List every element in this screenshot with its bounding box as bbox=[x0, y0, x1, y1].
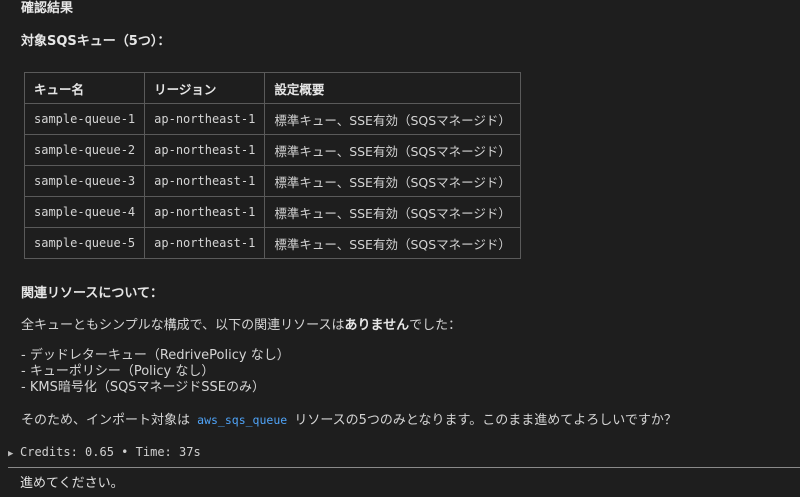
cell-region: ap-northeast-1 bbox=[144, 103, 266, 135]
time-value: 37s bbox=[179, 445, 201, 459]
cell-queue-name: sample-queue-2 bbox=[23, 134, 146, 166]
cell-config: 標準キュー、SSE有効（SQSマネージド） bbox=[264, 227, 521, 259]
cell-region: ap-northeast-1 bbox=[144, 196, 266, 228]
table-row: sample-queue-2 ap-northeast-1 標準キュー、SSE有… bbox=[23, 134, 521, 166]
status-separator: • bbox=[121, 445, 129, 459]
cell-queue-name: sample-queue-3 bbox=[23, 165, 146, 197]
credits-value: 0.65 bbox=[85, 445, 114, 459]
heading-related-resources: 関連リソースについて： bbox=[21, 286, 163, 301]
heading-target-queues: 対象SQSキュー（5つ）： bbox=[21, 34, 171, 49]
user-message: 進めてください。 bbox=[20, 476, 124, 491]
cell-config: 標準キュー、SSE有効（SQSマネージド） bbox=[264, 134, 521, 166]
heading-confirm-result: 確認結果 bbox=[21, 1, 74, 16]
summary-text-before: 全キューともシンプルな構成で、以下の関連リソースは bbox=[21, 318, 345, 333]
summary-paragraph: 全キューともシンプルな構成で、以下の関連リソースはありませんでした： bbox=[21, 317, 461, 335]
inline-code-resource-type: aws_sqs_queue bbox=[197, 413, 288, 427]
list-item: - デッドレターキュー（RedrivePolicy なし） bbox=[21, 348, 290, 363]
import-text-after: リソースの5つのみとなります。このまま進めてよろしいですか？ bbox=[294, 413, 677, 428]
credits-label: Credits: bbox=[20, 445, 78, 459]
related-resource-list: - デッドレターキュー（RedrivePolicy なし） - キューポリシー（… bbox=[21, 348, 290, 396]
header-config-summary: 設定概要 bbox=[264, 72, 521, 104]
cell-config: 標準キュー、SSE有効（SQSマネージド） bbox=[264, 196, 521, 228]
cell-region: ap-northeast-1 bbox=[144, 227, 266, 259]
time-label: Time: bbox=[135, 445, 172, 459]
cell-config: 標準キュー、SSE有効（SQSマネージド） bbox=[264, 165, 521, 197]
cell-queue-name: sample-queue-1 bbox=[23, 103, 146, 135]
import-paragraph: そのため、インポート対象は aws_sqs_queue リソースの5つのみとなり… bbox=[21, 411, 677, 430]
status-credits-time[interactable]: ▶ Credits: 0.65 • Time: 37s bbox=[8, 444, 201, 462]
import-text-before: そのため、インポート対象は bbox=[21, 413, 191, 428]
chat-transcript: 確認結果 対象SQSキュー（5つ）： キュー名 リージョン 設定概要 sampl… bbox=[0, 0, 800, 497]
summary-text-bold: ありません bbox=[344, 318, 410, 333]
cell-queue-name: sample-queue-4 bbox=[23, 196, 146, 228]
header-region: リージョン bbox=[144, 72, 266, 104]
table-row: sample-queue-5 ap-northeast-1 標準キュー、SSE有… bbox=[23, 227, 521, 259]
queue-table: キュー名 リージョン 設定概要 sample-queue-1 ap-northe… bbox=[23, 72, 521, 259]
cell-region: ap-northeast-1 bbox=[144, 134, 266, 166]
chevron-right-icon[interactable]: ▶ bbox=[8, 446, 20, 462]
cell-region: ap-northeast-1 bbox=[144, 165, 266, 197]
table-row: sample-queue-1 ap-northeast-1 標準キュー、SSE有… bbox=[23, 103, 521, 135]
header-queue-name: キュー名 bbox=[23, 72, 146, 104]
cell-queue-name: sample-queue-5 bbox=[23, 227, 146, 259]
summary-text-after: でした： bbox=[409, 318, 462, 333]
table-row: sample-queue-3 ap-northeast-1 標準キュー、SSE有… bbox=[23, 165, 521, 197]
cell-config: 標準キュー、SSE有効（SQSマネージド） bbox=[264, 103, 521, 135]
list-item: - キューポリシー（Policy なし） bbox=[21, 364, 215, 379]
table-row: sample-queue-4 ap-northeast-1 標準キュー、SSE有… bbox=[23, 196, 521, 228]
message-divider bbox=[8, 467, 800, 468]
list-item: - KMS暗号化（SQSマネージドSSEのみ） bbox=[21, 380, 266, 395]
table-header-row: キュー名 リージョン 設定概要 bbox=[23, 72, 521, 104]
